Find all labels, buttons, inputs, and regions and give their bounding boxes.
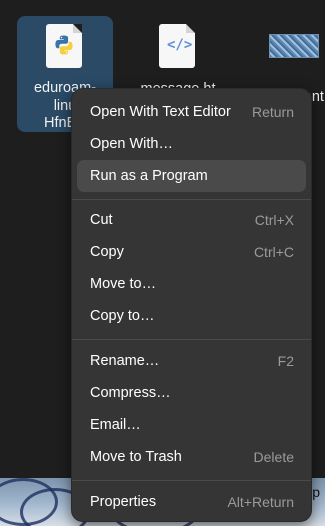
python-file-icon: [46, 24, 84, 69]
menu-item-shortcut: Return: [251, 104, 294, 120]
menu-item-open-with-text-editor[interactable]: Open With Text Editor Return: [77, 96, 306, 128]
image-thumbnail-icon: [269, 34, 319, 58]
menu-item-shortcut: Ctrl+X: [254, 212, 294, 228]
menu-item-copy-to[interactable]: Copy to…: [77, 300, 306, 332]
menu-separator: [72, 480, 311, 481]
menu-item-label: Compress…: [90, 385, 171, 401]
menu-item-shortcut: Alt+Return: [227, 494, 294, 510]
menu-item-open-with[interactable]: Open With…: [77, 128, 306, 160]
html-file-icon: </>: [159, 24, 197, 70]
menu-item-rename[interactable]: Rename… F2: [77, 345, 306, 377]
menu-item-label: Move to…: [90, 276, 157, 292]
menu-item-shortcut: Ctrl+C: [253, 244, 294, 260]
menu-separator: [72, 199, 311, 200]
menu-item-email[interactable]: Email…: [77, 409, 306, 441]
menu-item-compress[interactable]: Compress…: [77, 377, 306, 409]
menu-item-label: Email…: [90, 417, 141, 433]
menu-item-label: Run as a Program: [90, 168, 208, 184]
menu-item-move-to-trash[interactable]: Move to Trash Delete: [77, 441, 306, 473]
menu-item-label: Copy: [90, 244, 124, 260]
menu-item-label: Move to Trash: [90, 449, 182, 465]
menu-item-cut[interactable]: Cut Ctrl+X: [77, 204, 306, 236]
menu-item-properties[interactable]: Properties Alt+Return: [77, 486, 306, 518]
menu-item-label: Properties: [90, 494, 157, 510]
menu-separator: [72, 339, 311, 340]
menu-item-shortcut: Delete: [253, 449, 294, 465]
menu-item-label: Copy to…: [90, 308, 155, 324]
menu-item-label: Rename…: [90, 353, 160, 369]
menu-item-move-to[interactable]: Move to…: [77, 268, 306, 300]
context-menu: Open With Text Editor Return Open With… …: [71, 88, 312, 522]
menu-item-label: Open With Text Editor: [90, 104, 231, 120]
menu-item-label: Open With…: [90, 136, 173, 152]
menu-item-label: Cut: [90, 212, 113, 228]
menu-item-run-as-program[interactable]: Run as a Program: [77, 160, 306, 192]
menu-item-shortcut: F2: [277, 353, 294, 369]
menu-item-copy[interactable]: Copy Ctrl+C: [77, 236, 306, 268]
